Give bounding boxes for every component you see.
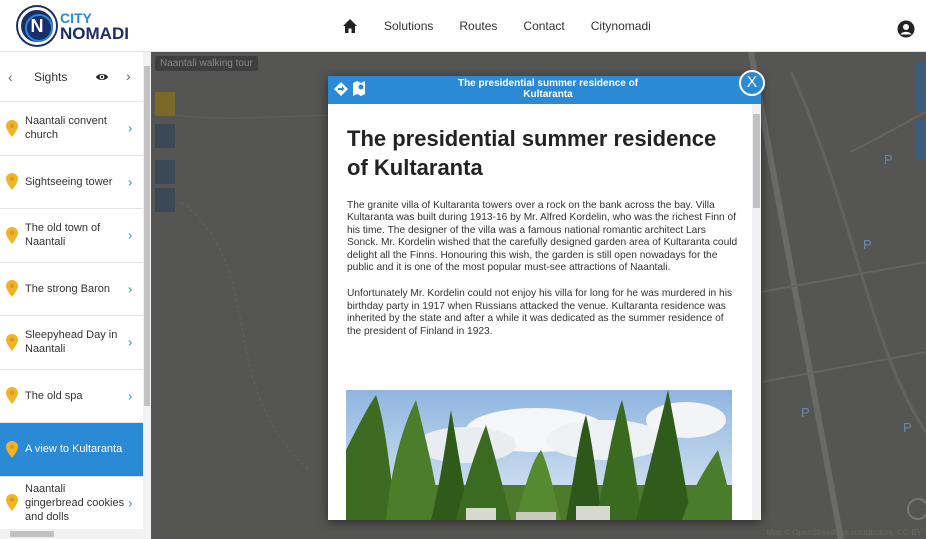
sidebar-scrollbar[interactable] xyxy=(143,52,151,539)
home-icon[interactable] xyxy=(342,18,358,34)
horizontal-scrollbar[interactable] xyxy=(0,529,151,539)
map-attribution: Map © OpenStreetMap contributors, CC-BY xyxy=(766,528,922,537)
sidebar-header: ‹ Sights › xyxy=(0,52,143,102)
map-pin-icon xyxy=(6,440,18,458)
map-pin-icon xyxy=(6,280,18,298)
chevron-right-icon: › xyxy=(128,227,133,243)
svg-text:P: P xyxy=(863,237,872,252)
chevron-right-icon: › xyxy=(128,495,133,511)
modal-header-title: The presidential summer residence of Kul… xyxy=(457,78,639,100)
modal-content: The presidential summer residence of Kul… xyxy=(328,104,752,520)
top-bar: N CITY NOMADI Solutions Routes Contact C… xyxy=(0,0,926,52)
close-modal-button[interactable]: X xyxy=(739,70,765,96)
sidebar-title: Sights xyxy=(34,69,68,84)
chevron-right-icon: › xyxy=(128,281,133,297)
svg-text:P: P xyxy=(884,152,893,167)
show-on-map-icon[interactable] xyxy=(352,81,366,97)
walking-tour-tag[interactable]: Naantali walking tour xyxy=(155,56,258,71)
main-nav: Solutions Routes Contact Citynomadi xyxy=(342,0,677,52)
map-pin-icon xyxy=(6,173,18,191)
chevron-right-icon: › xyxy=(128,388,133,404)
sidebar-item-label: The strong Baron xyxy=(25,282,110,295)
sidebar-item-label: Sightseeing tower xyxy=(25,175,113,188)
svg-text:P: P xyxy=(903,420,912,435)
svg-text:P: P xyxy=(801,405,810,420)
sidebar-item-label: Naantali convent church xyxy=(25,115,107,142)
chevron-right-icon: › xyxy=(128,334,133,350)
chevron-right-icon: › xyxy=(128,174,133,190)
modal-header: The presidential summer residence of Kul… xyxy=(328,76,761,104)
sight-paragraph-1: The granite villa of Kultaranta towers o… xyxy=(347,200,738,274)
sidebar-item[interactable]: A view to Kultaranta xyxy=(0,423,143,477)
logo-nomadi-text: NOMADI xyxy=(60,23,129,43)
sidebar-item[interactable]: Sightseeing tower › xyxy=(0,156,143,209)
sidebar-item[interactable]: The old town of Naantali › xyxy=(0,209,143,263)
user-account-icon[interactable] xyxy=(897,20,915,38)
map-pin-icon xyxy=(6,494,18,512)
sight-detail-modal: The presidential summer residence of Kul… xyxy=(328,76,761,520)
nav-citynomadi[interactable]: Citynomadi xyxy=(591,19,651,33)
map-pin-icon xyxy=(6,119,18,137)
chevron-right-icon: › xyxy=(128,120,133,136)
nav-contact[interactable]: Contact xyxy=(523,19,564,33)
sidebar-item[interactable]: Naantali convent church › xyxy=(0,102,143,156)
nav-solutions[interactable]: Solutions xyxy=(384,19,433,33)
previous-category-icon[interactable]: ‹ xyxy=(8,69,26,85)
map-search-icon[interactable] xyxy=(155,124,175,148)
map-pin-tool-icon[interactable] xyxy=(155,92,175,116)
sight-paragraph-2: Unfortunately Mr. Kordelin could not enj… xyxy=(347,288,733,337)
sidebar-item-label: Sleepyhead Day in Naantali xyxy=(25,329,118,356)
sidebar-item-label: The old town of Naantali xyxy=(25,222,101,249)
next-category-icon[interactable]: › xyxy=(126,68,131,84)
logo-emblem: N xyxy=(18,7,56,45)
navigate-icon[interactable] xyxy=(334,82,348,96)
map-pin-icon xyxy=(6,333,18,351)
map-list-icon[interactable] xyxy=(155,188,175,212)
map-pin-icon xyxy=(6,387,18,405)
kultaranta-garden-photo xyxy=(346,390,732,520)
map-share-icon[interactable] xyxy=(155,160,175,184)
sidebar-item[interactable]: Sleepyhead Day in Naantali › xyxy=(0,316,143,370)
eye-icon[interactable] xyxy=(95,70,109,84)
sidebar-item-label: Naantali gingerbread cookies and dolls xyxy=(25,482,125,523)
map-pin-icon xyxy=(6,226,18,244)
logo-city-text: CITY xyxy=(60,9,92,26)
sidebar-item-label: The old spa xyxy=(25,389,83,402)
sights-sidebar: ‹ Sights › Naantali convent church › Sight… xyxy=(0,52,143,539)
sight-heading: The presidential summer residence of Kul… xyxy=(347,126,717,180)
sidebar-item[interactable]: The strong Baron › xyxy=(0,263,143,316)
nav-routes[interactable]: Routes xyxy=(459,19,497,33)
sidebar-item[interactable]: Naantali gingerbread cookies and dolls › xyxy=(0,477,143,530)
sidebar-item[interactable]: The old spa › xyxy=(0,370,143,423)
citynomadi-logo[interactable]: N CITY NOMADI xyxy=(18,7,129,45)
sidebar-item-label: A view to Kultaranta xyxy=(25,443,123,456)
logo-initial: N xyxy=(30,15,44,36)
modal-scrollbar[interactable] xyxy=(752,104,761,520)
